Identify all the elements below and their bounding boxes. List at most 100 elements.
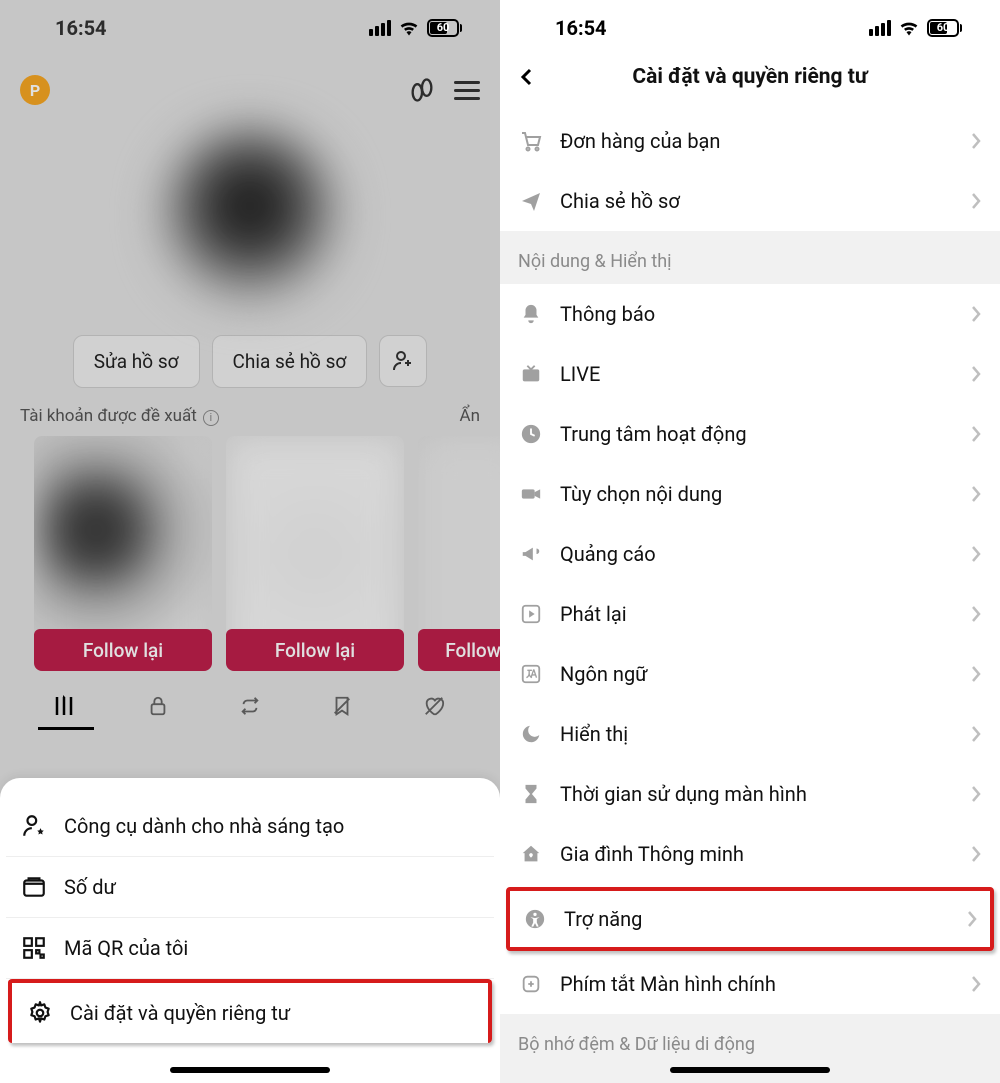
moon-icon: [518, 721, 544, 747]
item-home-shortcut[interactable]: Phím tắt Màn hình chính: [500, 954, 1000, 1014]
chevron-right-icon: [970, 785, 982, 803]
accessibility-icon: [522, 906, 548, 932]
item-language[interactable]: Ngôn ngữ: [500, 644, 1000, 704]
wallet-icon: [20, 873, 48, 901]
tab-grid[interactable]: [38, 695, 94, 730]
chevron-right-icon: [966, 910, 978, 928]
section-content-display: Nội dung & Hiển thị: [500, 231, 1000, 284]
sheet-item-label: Số dư: [64, 875, 116, 899]
home-heart-icon: [518, 841, 544, 867]
chevron-right-icon: [970, 975, 982, 993]
cellular-icon: [369, 20, 391, 36]
status-time: 16:54: [55, 16, 107, 40]
language-icon: [518, 661, 544, 687]
profile-topbar: P: [0, 55, 500, 115]
item-live[interactable]: LIVE: [500, 344, 1000, 404]
wifi-icon: [899, 20, 919, 36]
settings-content-group: Thông báo LIVE Trung tâm hoạt động Tùy c…: [500, 284, 1000, 1014]
edit-profile-button[interactable]: Sửa hồ sơ: [73, 335, 200, 388]
chevron-right-icon: [970, 605, 982, 623]
item-orders[interactable]: Đơn hàng của bạn: [500, 111, 1000, 171]
item-activity-center[interactable]: Trung tâm hoạt động: [500, 404, 1000, 464]
sheet-item-balance[interactable]: Số dư: [6, 857, 494, 918]
sheet-item-label: Cài đặt và quyền riêng tư: [70, 1001, 290, 1025]
status-bar: 16:54 60: [500, 0, 1000, 55]
tab-liked[interactable]: [406, 695, 462, 730]
item-label: Phím tắt Màn hình chính: [560, 972, 776, 996]
status-time: 16:54: [555, 16, 607, 40]
sheet-item-settings-privacy[interactable]: Cài đặt và quyền riêng tư: [8, 979, 492, 1043]
suggested-card[interactable]: Follow lại: [34, 436, 212, 671]
item-accessibility-highlight: Trợ năng: [506, 887, 994, 951]
repost-icon: [238, 695, 262, 717]
chevron-right-icon: [970, 305, 982, 323]
item-label: Đơn hàng của bạn: [560, 129, 720, 153]
item-family-pairing[interactable]: Gia đình Thông minh: [500, 824, 1000, 884]
item-display[interactable]: Hiển thị: [500, 704, 1000, 764]
bookmark-icon: [331, 695, 353, 717]
item-label: Ngôn ngữ: [560, 662, 648, 686]
megaphone-icon: [518, 541, 544, 567]
status-indicators: 60: [369, 19, 462, 37]
sheet-item-label: Công cụ dành cho nhà sáng tạo: [64, 814, 344, 838]
heart-off-icon: [422, 695, 446, 717]
tab-private[interactable]: [130, 695, 186, 730]
suggested-card[interactable]: Follow: [418, 436, 500, 671]
item-ads[interactable]: Quảng cáo: [500, 524, 1000, 584]
tv-icon: [518, 361, 544, 387]
share-profile-button[interactable]: Chia sẻ hồ sơ: [212, 335, 368, 388]
item-notifications[interactable]: Thông báo: [500, 284, 1000, 344]
gear-icon: [26, 999, 54, 1027]
p-badge-icon[interactable]: P: [20, 75, 50, 105]
home-indicator[interactable]: [170, 1067, 330, 1073]
person-plus-icon: [391, 349, 415, 373]
home-indicator[interactable]: [670, 1067, 830, 1073]
profile-buttons: Sửa hồ sơ Chia sẻ hồ sơ: [0, 335, 500, 388]
sheet-item-qr[interactable]: Mã QR của tôi: [6, 918, 494, 979]
item-playback[interactable]: Phát lại: [500, 584, 1000, 644]
item-label: Thời gian sử dụng màn hình: [560, 782, 807, 806]
share-icon: [518, 188, 544, 214]
settings-title: Cài đặt và quyền riêng tư: [500, 65, 1000, 89]
sheet-item-creator-tools[interactable]: Công cụ dành cho nhà sáng tạo: [6, 796, 494, 857]
chevron-right-icon: [970, 665, 982, 683]
item-accessibility[interactable]: Trợ năng: [510, 891, 990, 947]
hourglass-icon: [518, 781, 544, 807]
tab-repost[interactable]: [222, 695, 278, 730]
item-label: Trung tâm hoạt động: [560, 422, 747, 446]
item-label: Trợ năng: [564, 907, 642, 931]
item-share-profile[interactable]: Chia sẻ hồ sơ: [500, 171, 1000, 231]
chevron-right-icon: [970, 425, 982, 443]
item-screen-time[interactable]: Thời gian sử dụng màn hình: [500, 764, 1000, 824]
follow-button[interactable]: Follow lại: [226, 629, 404, 671]
item-label: Quảng cáo: [560, 542, 656, 566]
battery-icon: 60: [427, 19, 462, 37]
clock-icon: [518, 421, 544, 447]
bell-icon: [518, 301, 544, 327]
play-icon: [518, 601, 544, 627]
settings-header: Cài đặt và quyền riêng tư: [500, 55, 1000, 111]
section-cache: Bộ nhớ đệm & Dữ liệu di động: [500, 1014, 1000, 1059]
menu-icon[interactable]: [454, 81, 480, 100]
item-label: Phát lại: [560, 602, 627, 626]
wifi-icon: [399, 20, 419, 36]
item-content-pref[interactable]: Tùy chọn nội dung: [500, 464, 1000, 524]
suggested-card[interactable]: Follow lại: [226, 436, 404, 671]
cart-icon: [518, 128, 544, 154]
profile-tabbar: [0, 695, 500, 730]
tab-saved[interactable]: [314, 695, 370, 730]
menu-sheet: Công cụ dành cho nhà sáng tạo Số dư Mã Q…: [0, 778, 500, 1083]
item-label: Thông báo: [560, 302, 655, 326]
chevron-right-icon: [970, 132, 982, 150]
suggested-cards[interactable]: Follow lại Follow lại Follow: [0, 436, 500, 671]
sheet-item-label: Mã QR của tôi: [64, 936, 188, 960]
follow-button[interactable]: Follow lại: [34, 629, 212, 671]
follow-button[interactable]: Follow: [418, 629, 500, 671]
settings-screen: 16:54 60 Cài đặt và quyền riêng tư Đơn h…: [500, 0, 1000, 1083]
info-icon[interactable]: i: [203, 410, 219, 426]
grid-icon: [54, 695, 78, 717]
hide-link[interactable]: Ẩn: [460, 406, 480, 426]
add-friend-button[interactable]: [379, 335, 427, 387]
footprint-icon[interactable]: [408, 76, 436, 104]
suggested-accounts-header: Tài khoản được đề xuấti Ẩn: [0, 406, 500, 436]
